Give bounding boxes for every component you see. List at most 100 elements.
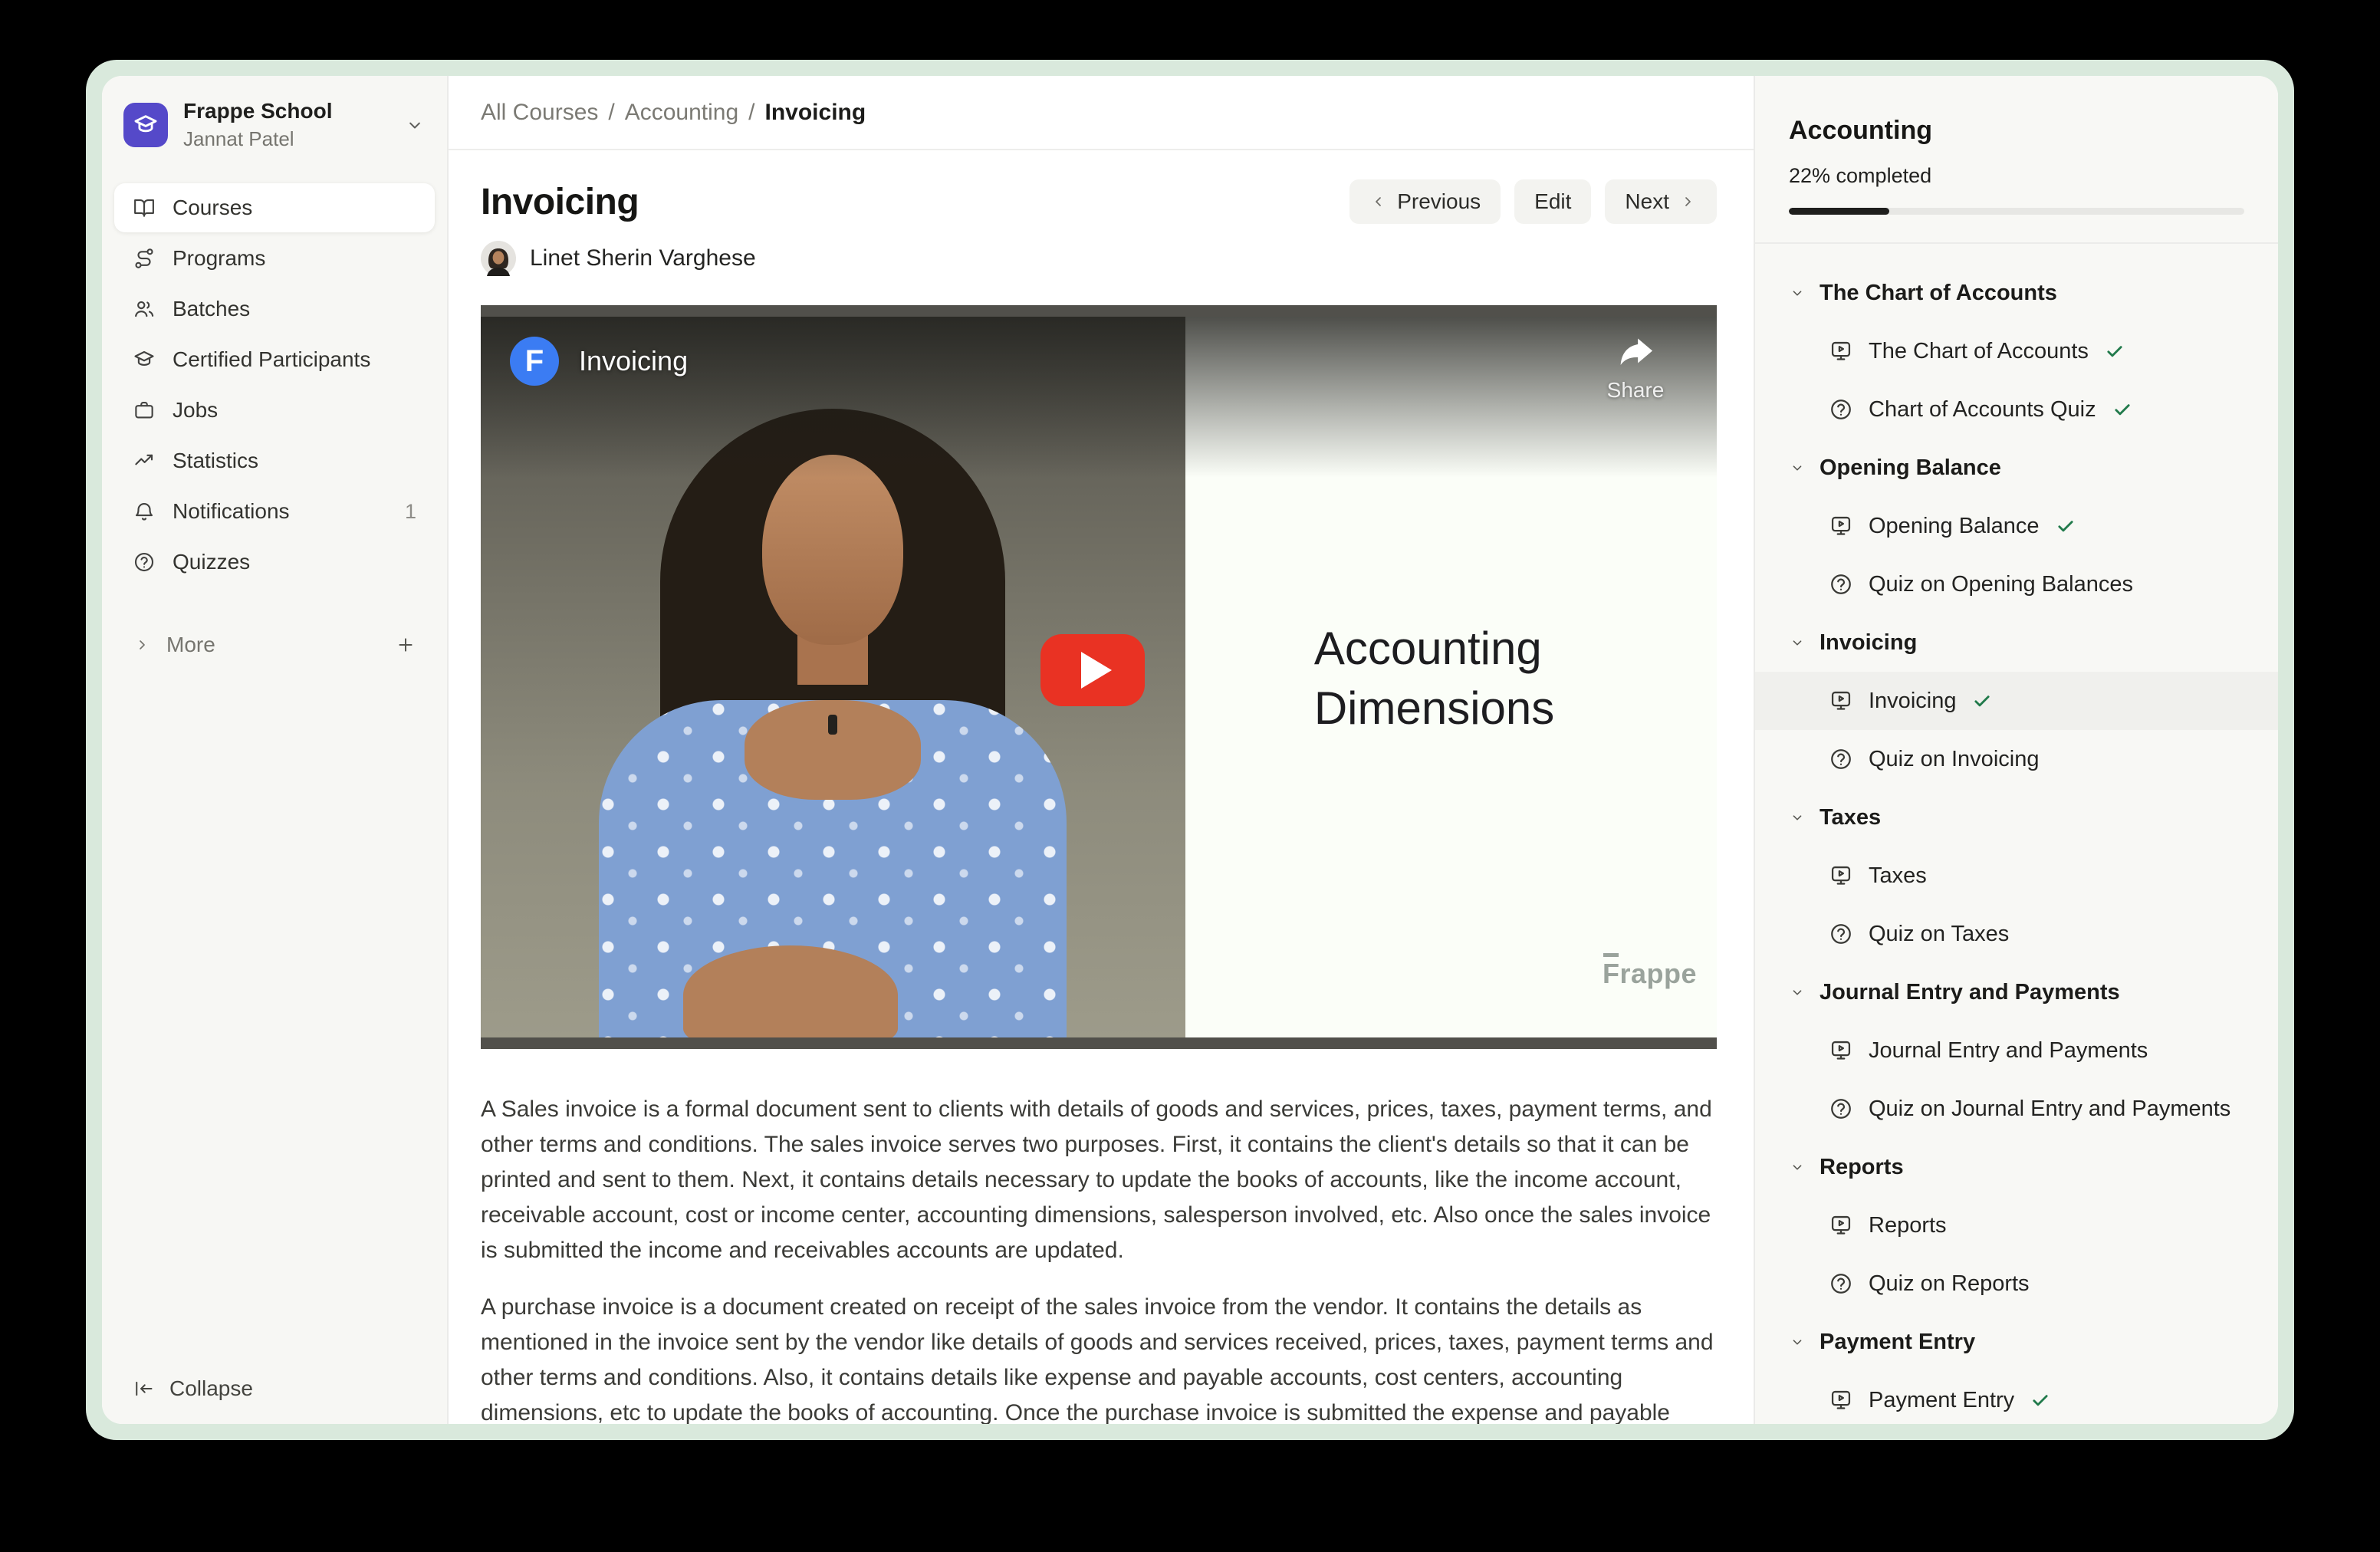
section-title: Reports bbox=[1820, 1155, 1904, 1180]
workspace-switcher[interactable]: Frappe School Jannat Patel bbox=[114, 94, 435, 156]
outline-item-lesson[interactable]: Reports bbox=[1755, 1196, 2278, 1254]
outline-item-quiz[interactable]: Quiz on Opening Balances bbox=[1755, 555, 2278, 613]
chevron-down-icon bbox=[1789, 1159, 1806, 1176]
outline-item-label: The Chart of Accounts bbox=[1869, 339, 2089, 364]
outline-item-label: Quiz on Reports bbox=[1869, 1271, 2030, 1297]
breadcrumb-accounting[interactable]: Accounting bbox=[625, 100, 738, 126]
add-button[interactable] bbox=[395, 634, 416, 656]
sidebar-item-programs[interactable]: Programs bbox=[114, 234, 435, 283]
outline-item-quiz[interactable]: Quiz on Invoicing bbox=[1755, 730, 2278, 788]
section-title: The Chart of Accounts bbox=[1820, 281, 2057, 306]
outline-item-quiz[interactable]: Chart of Accounts Quiz bbox=[1755, 380, 2278, 439]
outline-item-label: Quiz on Journal Entry and Payments bbox=[1869, 1097, 2230, 1122]
left-sidebar: Frappe School Jannat Patel Courses Progr… bbox=[102, 76, 449, 1424]
sidebar-item-notifications[interactable]: Notifications 1 bbox=[114, 487, 435, 536]
video-title[interactable]: Invoicing bbox=[579, 345, 688, 377]
check-icon bbox=[2104, 340, 2125, 362]
video-slide: Accounting Dimensions Frappe bbox=[1185, 317, 1717, 1037]
section-journal-entry-and-payments[interactable]: Journal Entry and Payments bbox=[1755, 963, 2278, 1021]
sidebar-item-label: Courses bbox=[173, 196, 252, 220]
sidebar-item-label: Programs bbox=[173, 246, 265, 271]
sidebar-item-label: Jobs bbox=[173, 398, 218, 423]
section-title: Taxes bbox=[1820, 805, 1881, 830]
slide-title: Accounting Dimensions bbox=[1314, 619, 1554, 738]
outline-item-label: Journal Entry and Payments bbox=[1869, 1038, 2148, 1064]
more-label: More bbox=[166, 633, 215, 657]
outline-item-lesson-active[interactable]: Invoicing bbox=[1755, 672, 2278, 730]
section-opening-balance[interactable]: Opening Balance bbox=[1755, 439, 2278, 497]
bell-icon bbox=[133, 500, 156, 523]
school-name: Frappe School bbox=[183, 99, 332, 123]
outline-item-lesson[interactable]: Taxes bbox=[1755, 847, 2278, 905]
presenter-microphone bbox=[828, 715, 837, 735]
sidebar-item-courses[interactable]: Courses bbox=[114, 183, 435, 232]
previous-button[interactable]: Previous bbox=[1349, 179, 1501, 224]
outline-item-label: Quiz on Invoicing bbox=[1869, 747, 2039, 772]
section-invoicing[interactable]: Invoicing bbox=[1755, 613, 2278, 672]
outline-item-lesson[interactable]: Opening Balance bbox=[1755, 497, 2278, 555]
route-icon bbox=[133, 247, 156, 270]
sidebar-item-statistics[interactable]: Statistics bbox=[114, 436, 435, 485]
outline-item-label: Quiz on Opening Balances bbox=[1869, 572, 2133, 597]
window-frame: Frappe School Jannat Patel Courses Progr… bbox=[86, 60, 2294, 1440]
edit-button[interactable]: Edit bbox=[1514, 179, 1591, 224]
outline-item-lesson[interactable]: Journal Entry and Payments bbox=[1755, 1021, 2278, 1080]
chevron-down-icon bbox=[404, 114, 426, 136]
outline-item-label: Reports bbox=[1869, 1213, 1947, 1238]
sidebar-nav: Courses Programs Batches Certified Parti… bbox=[114, 183, 435, 587]
collapse-icon bbox=[133, 1378, 154, 1399]
progress-label: 22% completed bbox=[1789, 164, 2244, 188]
video-player[interactable]: Accounting Dimensions Frappe F Invoicing bbox=[481, 305, 1717, 1049]
breadcrumb-all-courses[interactable]: All Courses bbox=[481, 100, 598, 126]
outline-item-label: Invoicing bbox=[1869, 689, 1956, 714]
outline-item-lesson[interactable]: Payment Entry bbox=[1755, 1371, 2278, 1424]
video-body: Accounting Dimensions Frappe F Invoicing bbox=[481, 317, 1717, 1037]
sidebar-item-certified-participants[interactable]: Certified Participants bbox=[114, 335, 435, 384]
video-top-strip bbox=[481, 305, 1717, 317]
video-bottom-strip bbox=[481, 1037, 1717, 1049]
next-button[interactable]: Next bbox=[1605, 179, 1717, 224]
outline-item-quiz[interactable]: Quiz on Journal Entry and Payments bbox=[1755, 1080, 2278, 1138]
monitor-play-icon bbox=[1829, 863, 1853, 888]
book-open-icon bbox=[133, 196, 156, 219]
breadcrumb-current: Invoicing bbox=[765, 100, 866, 126]
course-outline-pane: Accounting 22% completed The Chart of Ac… bbox=[1754, 76, 2278, 1424]
help-circle-icon bbox=[1829, 1097, 1853, 1121]
monitor-play-icon bbox=[1829, 1388, 1853, 1412]
outline-item-label: Payment Entry bbox=[1869, 1388, 2014, 1413]
collapse-sidebar-button[interactable]: Collapse bbox=[114, 1376, 435, 1401]
outline-item-label: Opening Balance bbox=[1869, 514, 2040, 539]
chevron-down-icon bbox=[1789, 459, 1806, 476]
slide-title-line1: Accounting bbox=[1314, 619, 1554, 679]
notifications-count-badge: 1 bbox=[405, 500, 416, 524]
monitor-play-icon bbox=[1829, 514, 1853, 538]
help-circle-icon bbox=[1829, 922, 1853, 946]
section-taxes[interactable]: Taxes bbox=[1755, 788, 2278, 847]
sidebar-item-jobs[interactable]: Jobs bbox=[114, 386, 435, 435]
chevron-down-icon bbox=[1789, 809, 1806, 826]
outline-item-quiz[interactable]: Quiz on Taxes bbox=[1755, 905, 2278, 963]
sidebar-item-label: Certified Participants bbox=[173, 347, 370, 372]
outline-item-quiz[interactable]: Quiz on Reports bbox=[1755, 1254, 2278, 1313]
section-payment-entry[interactable]: Payment Entry bbox=[1755, 1313, 2278, 1371]
app-window: Frappe School Jannat Patel Courses Progr… bbox=[102, 76, 2278, 1424]
section-reports[interactable]: Reports bbox=[1755, 1138, 2278, 1196]
sidebar-more[interactable]: More bbox=[114, 623, 435, 666]
sidebar-item-label: Notifications bbox=[173, 499, 290, 524]
chevron-down-icon bbox=[1789, 284, 1806, 301]
help-circle-icon bbox=[1829, 572, 1853, 597]
help-circle-icon bbox=[1829, 1271, 1853, 1296]
chevron-right-icon bbox=[1678, 192, 1697, 211]
sidebar-item-quizzes[interactable]: Quizzes bbox=[114, 538, 435, 587]
chevron-down-icon bbox=[1789, 634, 1806, 651]
channel-avatar: F bbox=[510, 337, 559, 386]
chevron-down-icon bbox=[1789, 984, 1806, 1001]
main-column: All Courses / Accounting / Invoicing Inv… bbox=[449, 76, 1754, 1424]
share-button[interactable]: Share bbox=[1589, 334, 1681, 403]
play-button[interactable] bbox=[1040, 634, 1145, 706]
sidebar-item-batches[interactable]: Batches bbox=[114, 284, 435, 334]
section-chart-of-accounts[interactable]: The Chart of Accounts bbox=[1755, 264, 2278, 322]
monitor-play-icon bbox=[1829, 339, 1853, 363]
check-icon bbox=[2112, 399, 2133, 420]
outline-item-lesson[interactable]: The Chart of Accounts bbox=[1755, 322, 2278, 380]
